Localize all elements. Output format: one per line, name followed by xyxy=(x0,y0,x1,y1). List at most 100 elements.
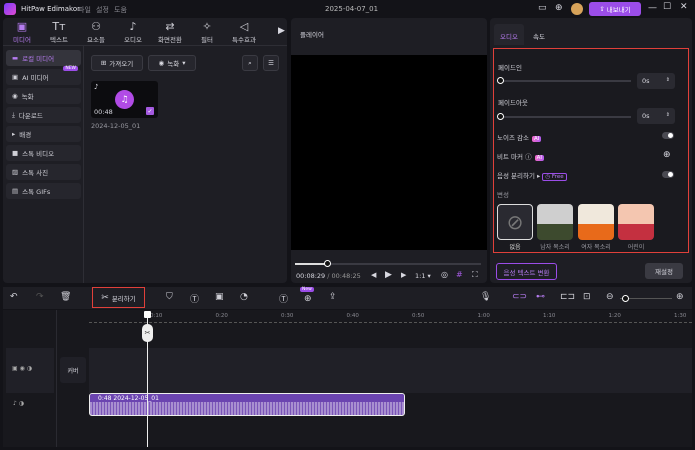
fit-icon[interactable]: ⊡ xyxy=(583,292,591,302)
sidebar-item[interactable]: ▣ AI 미디어 NEW xyxy=(6,66,81,85)
prev-frame-button[interactable]: ◀ xyxy=(371,271,376,279)
export-button[interactable]: ⇪ 내보내기 xyxy=(589,2,641,16)
sidebar-item[interactable]: ◉ 녹화 xyxy=(6,88,81,104)
undo-icon[interactable]: ↶ xyxy=(10,292,18,302)
new-badge: New xyxy=(300,287,314,292)
record-dropdown[interactable]: ◉ 녹화 ▾ xyxy=(148,55,196,71)
tab-audio[interactable]: 오디오 xyxy=(494,24,524,45)
split-track-icon[interactable]: ⊏⊐ xyxy=(560,292,575,302)
split-button[interactable]: ✂ 분리하기 xyxy=(92,287,145,308)
tab-effects[interactable]: ◁ 특수효과 xyxy=(226,20,262,44)
tab-transition[interactable]: ⇄ 화면전환 xyxy=(152,20,188,44)
video-preview xyxy=(291,55,487,250)
sidebar-item[interactable]: ▬ 로컬 미디어 xyxy=(6,50,81,66)
tab-text[interactable]: Tт 텍스트 xyxy=(41,20,77,44)
playhead-scissors-icon[interactable]: ✂ xyxy=(142,324,153,342)
app-logo xyxy=(4,3,16,15)
import-button[interactable]: ⊞ 가져오기 xyxy=(91,55,143,71)
tab-media[interactable]: ▣ 미디어 xyxy=(4,20,40,44)
tab-elements[interactable]: ⚇ 요소들 xyxy=(78,20,114,44)
play-button[interactable]: ▶ xyxy=(385,270,392,280)
zoom-handle[interactable] xyxy=(622,295,629,302)
speech-to-text-button[interactable]: 음성 텍스트 변환 xyxy=(496,263,557,280)
tab-audio[interactable]: ♪ 오디오 xyxy=(115,20,151,44)
export-clip-icon[interactable]: ⇪ xyxy=(329,292,337,302)
snap-icon[interactable]: ⊷ xyxy=(536,292,545,302)
grid-icon[interactable]: # xyxy=(456,270,463,279)
track-icons[interactable]: ▣ ◉ ◑ xyxy=(12,365,32,372)
playhead-handle[interactable] xyxy=(144,311,151,318)
ruler[interactable] xyxy=(89,320,692,323)
fade-in-handle[interactable] xyxy=(497,77,504,84)
zoom-in-icon[interactable]: ⊕ xyxy=(676,292,684,302)
zoom-out-icon[interactable]: ⊖ xyxy=(606,292,614,302)
fade-out-slider[interactable] xyxy=(500,116,631,118)
record-icon: ◉ xyxy=(158,59,165,67)
media-icon: ▣ xyxy=(16,20,28,33)
sort-button[interactable]: ☰ xyxy=(263,55,279,71)
progress-track[interactable] xyxy=(295,263,481,265)
voice-none[interactable]: ⊘ xyxy=(497,204,533,240)
progress-handle[interactable] xyxy=(323,260,331,267)
cover-button[interactable]: 커버 xyxy=(60,357,86,383)
link-icon[interactable]: ⊂⊃ xyxy=(512,292,527,302)
search-button[interactable]: ⌕ xyxy=(242,55,258,71)
fade-in-label: 페이드인 xyxy=(498,64,522,72)
menu-settings[interactable]: 설정 xyxy=(96,5,109,15)
noise-reduction-label: 노이즈 감소 AI xyxy=(497,134,542,142)
tab-speed[interactable]: 속도 xyxy=(533,31,545,41)
ai-icon[interactable]: ▣ xyxy=(215,292,224,302)
avatar[interactable] xyxy=(571,3,583,15)
fullscreen-icon[interactable]: ⛶ xyxy=(472,270,478,280)
fade-out-label: 페이드아웃 xyxy=(498,99,528,107)
media-clip-thumbnail[interactable]: ♪ ♫ 00:48 ✓ xyxy=(91,81,158,118)
fade-out-handle[interactable] xyxy=(497,113,504,120)
sidebar-item[interactable]: ⤓ 다운로드 xyxy=(6,107,81,123)
sidebar-item[interactable]: ▸ 배경 xyxy=(6,126,81,142)
audio-icon: ♪ xyxy=(129,20,137,33)
tab-filter[interactable]: ✧ 필터 xyxy=(189,20,225,44)
plus-icon: ⊞ xyxy=(100,59,107,67)
redo-icon[interactable]: ↷ xyxy=(36,292,44,302)
close-button[interactable]: ✕ xyxy=(680,2,688,12)
voice-female[interactable] xyxy=(578,204,614,240)
ruler-tick: 0:40 xyxy=(346,313,359,319)
text-to-speech-icon[interactable]: Ⓣ xyxy=(279,292,288,305)
download-icon[interactable]: ⊕ xyxy=(304,294,312,304)
checkbox-checked[interactable]: ✓ xyxy=(146,107,154,115)
fade-out-input[interactable]: 0s ⇕ xyxy=(637,108,675,124)
ruler-tick: 0:10 xyxy=(150,313,163,319)
mask-icon[interactable]: ⛉ xyxy=(166,292,173,302)
fade-in-input[interactable]: 0s ⇕ xyxy=(637,73,675,89)
sidebar-item[interactable]: ■ 스톡 비디오 xyxy=(6,145,81,161)
speed-icon[interactable]: ◔ xyxy=(240,292,248,302)
voice-changer-label: 변성 xyxy=(497,191,509,199)
info-icon[interactable]: ⓘ xyxy=(525,153,532,161)
aspect-ratio-dropdown[interactable]: 1:1 ▾ xyxy=(415,272,431,280)
tabs-more-arrow[interactable]: ▶ xyxy=(278,26,285,36)
sidebar-item[interactable]: ▨ 스톡 사진 xyxy=(6,164,81,180)
beat-marker-download-icon[interactable]: ⊕ xyxy=(663,150,671,160)
text-icon[interactable]: Ⓣ xyxy=(190,292,199,305)
microphone-icon[interactable]: 🎙 xyxy=(480,292,491,302)
reset-button[interactable]: 재설정 xyxy=(645,263,683,279)
minimize-button[interactable]: — xyxy=(648,3,657,13)
voice-separation-toggle[interactable] xyxy=(662,171,674,178)
feedback-icon[interactable]: ▭ xyxy=(538,3,547,13)
elements-icon: ⚇ xyxy=(91,20,101,33)
noise-reduction-toggle[interactable] xyxy=(662,132,674,139)
sidebar-item[interactable]: ▤ 스톡 GIFs xyxy=(6,183,81,199)
voice-child[interactable] xyxy=(618,204,654,240)
export-icon: ⇪ xyxy=(599,5,605,13)
maximize-button[interactable]: ☐ xyxy=(663,2,671,12)
voice-male[interactable] xyxy=(537,204,573,240)
menu-file[interactable]: 파일 xyxy=(78,5,91,15)
audio-track-icons[interactable]: ♪ ◑ xyxy=(13,400,24,407)
next-frame-button[interactable]: ▶ xyxy=(401,271,406,279)
delete-icon[interactable]: 🗑 xyxy=(60,292,71,302)
download-icon[interactable]: ⊕ xyxy=(555,3,563,13)
audio-clip[interactable]: 0:48 2024-12-05_01 xyxy=(89,393,405,416)
menu-help[interactable]: 도움 xyxy=(114,5,127,15)
snapshot-icon[interactable]: ◎ xyxy=(441,270,448,279)
fade-in-slider[interactable] xyxy=(500,80,631,82)
